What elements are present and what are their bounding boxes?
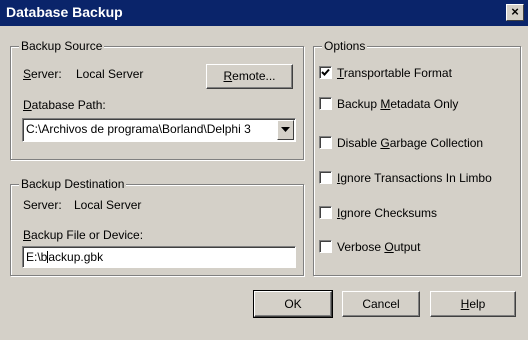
ignore-checksums-label: Ignore Checksums (337, 206, 438, 220)
options-title: Options (322, 39, 368, 53)
destination-server-value: Local Server (74, 198, 142, 212)
title-bar: Database Backup × (0, 0, 528, 26)
backup-metadata-only-label: Backup Metadata Only (337, 97, 459, 111)
backup-metadata-only-checkbox[interactable] (319, 97, 332, 110)
chevron-down-icon (281, 127, 290, 132)
verbose-output-checkbox[interactable] (319, 240, 332, 253)
database-path-combobox[interactable]: C:\Archivos de programa\Borland\Delphi 3 (22, 118, 296, 142)
close-button[interactable]: × (506, 4, 524, 21)
source-server-value: Local Server (76, 67, 144, 81)
source-server-label: Server: (23, 67, 62, 81)
disable-garbage-collection-label: Disable Garbage Collection (337, 136, 484, 150)
database-path-value: C:\Archivos de programa\Borland\Delphi 3 (26, 122, 251, 136)
backup-source-title: Backup Source (19, 39, 105, 53)
database-path-dropdown-button[interactable] (277, 120, 294, 140)
ignore-transactions-in-limbo-checkbox[interactable] (319, 171, 332, 184)
database-backup-dialog: Database Backup × Backup Source Server: … (0, 0, 528, 340)
remote-button[interactable]: Remote... (206, 64, 293, 89)
verbose-output-label: Verbose Output (337, 240, 421, 254)
backup-file-label: Backup File or Device: (23, 228, 144, 242)
help-button[interactable]: Help (430, 291, 516, 317)
disable-garbage-collection-checkbox[interactable] (319, 136, 332, 149)
window-title: Database Backup (6, 4, 123, 20)
ok-button[interactable]: OK (253, 290, 333, 318)
cancel-button[interactable]: Cancel (342, 291, 420, 317)
close-icon: × (511, 4, 519, 19)
transportable-format-checkbox[interactable] (319, 66, 332, 79)
backup-destination-title: Backup Destination (19, 177, 127, 191)
check-icon (321, 68, 330, 76)
backup-file-input[interactable]: E:\backup.gbk (22, 246, 296, 268)
ignore-transactions-in-limbo-label: Ignore Transactions In Limbo (337, 171, 492, 185)
transportable-format-label: Transportable Format (337, 66, 452, 80)
database-path-label: Database Path: (23, 98, 106, 112)
ignore-checksums-checkbox[interactable] (319, 206, 332, 219)
destination-server-label: Server: (23, 198, 62, 212)
